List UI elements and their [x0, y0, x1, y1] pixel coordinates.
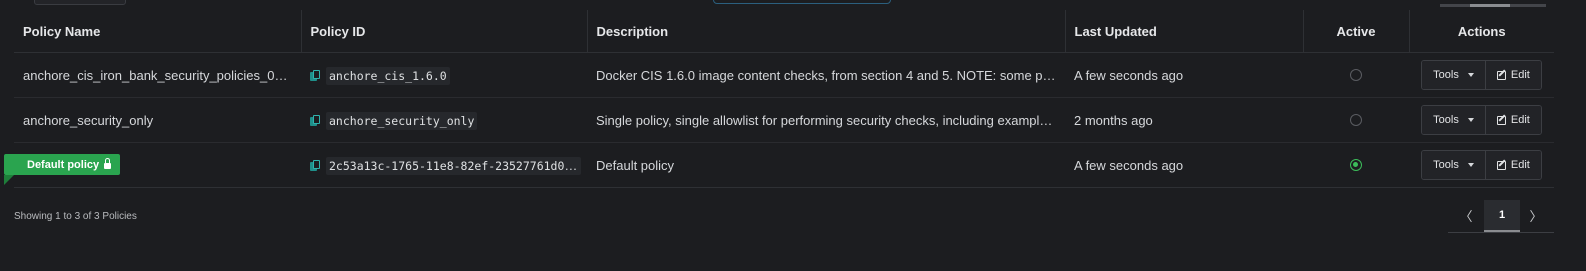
default-policy-label: Default policy [27, 158, 100, 171]
policy-name-cell: anchore_security_only [14, 97, 301, 143]
page-number-current[interactable]: 1 [1484, 200, 1520, 232]
caret-down-icon [1467, 73, 1474, 77]
caret-down-icon [1467, 163, 1474, 167]
last-updated-cell: 2 months ago [1065, 97, 1303, 143]
pagination-divider [1448, 232, 1554, 233]
default-policy-badge: Default policy [4, 154, 121, 185]
view-toggle[interactable] [1440, 0, 1546, 7]
previous-page-button[interactable]: 〈 [1456, 200, 1476, 230]
edit-icon [1496, 115, 1506, 125]
table-row: anchore_security_only anchore_security_o… [14, 97, 1554, 143]
tools-dropdown-button[interactable]: Tools [1422, 61, 1485, 89]
tools-dropdown-button[interactable]: Tools [1422, 106, 1485, 134]
edit-button[interactable]: Edit [1484, 106, 1541, 134]
copy-icon[interactable] [310, 69, 320, 81]
policy-id: anchore_cis_1.6.0 [326, 66, 450, 85]
action-button-group: Tools Edit [1421, 60, 1542, 90]
actions-cell: Tools Edit [1409, 142, 1554, 188]
description-cell: Single policy, single allowlist for perf… [587, 97, 1065, 143]
column-header-description[interactable]: Description [587, 10, 1066, 53]
pagination: 〈 1 〉 [1448, 200, 1554, 233]
edit-button[interactable]: Edit [1484, 151, 1541, 179]
tools-label: Tools [1433, 69, 1459, 81]
column-header-policy-name[interactable]: Policy Name [14, 10, 302, 53]
edit-label: Edit [1510, 159, 1530, 171]
table-row: anchore_cis_iron_bank_security_policies_… [14, 52, 1554, 98]
last-updated-cell: A few seconds ago [1065, 142, 1303, 188]
policy-id-cell: anchore_security_only [301, 97, 587, 143]
tools-label: Tools [1433, 114, 1459, 126]
active-cell [1303, 52, 1409, 98]
active-radio[interactable] [1350, 69, 1362, 81]
copy-icon[interactable] [310, 114, 320, 126]
policies-table: Policy Name Policy ID Description Last U… [14, 10, 1554, 188]
active-cell [1303, 142, 1409, 188]
table-header-row: Policy Name Policy ID Description Last U… [14, 10, 1554, 53]
tools-label: Tools [1433, 159, 1459, 171]
table-row: 2c53a13c-1765-11e8-82ef-23527761d060 Def… [14, 142, 1554, 188]
action-button-group: Tools Edit [1421, 150, 1542, 180]
edit-button[interactable]: Edit [1484, 61, 1541, 89]
column-header-active[interactable]: Active [1303, 10, 1410, 53]
actions-cell: Tools Edit [1409, 52, 1554, 98]
column-header-policy-id[interactable]: Policy ID [301, 10, 588, 53]
policy-id-cell: 2c53a13c-1765-11e8-82ef-23527761d060 [301, 142, 587, 188]
policy-id: 2c53a13c-1765-11e8-82ef-23527761d060 [326, 156, 582, 175]
edit-icon [1496, 160, 1506, 170]
policy-id-cell: anchore_cis_1.6.0 [301, 52, 587, 98]
search-input[interactable] [713, 0, 891, 4]
edit-label: Edit [1510, 69, 1530, 81]
copy-icon[interactable] [310, 159, 320, 171]
pagination-summary: Showing 1 to 3 of 3 Policies [14, 211, 137, 222]
column-header-actions: Actions [1409, 10, 1554, 53]
tools-dropdown-button[interactable]: Tools [1422, 151, 1485, 179]
action-button-group: Tools Edit [1421, 105, 1542, 135]
toolbar-strip [0, 0, 1586, 13]
description-cell: Docker CIS 1.6.0 image content checks, f… [587, 52, 1065, 98]
column-header-last-updated[interactable]: Last Updated [1065, 10, 1304, 53]
edit-icon [1496, 70, 1506, 80]
policy-id: anchore_security_only [326, 111, 478, 130]
active-radio-selected[interactable] [1350, 159, 1362, 171]
actions-cell: Tools Edit [1409, 97, 1554, 143]
active-radio[interactable] [1350, 114, 1362, 126]
edit-label: Edit [1510, 114, 1530, 126]
description-cell: Default policy [587, 142, 1065, 188]
lock-icon [104, 157, 112, 169]
last-updated-cell: A few seconds ago [1065, 52, 1303, 98]
active-cell [1303, 97, 1409, 143]
toolbar-button[interactable] [34, 0, 126, 5]
policy-name-cell: anchore_cis_iron_bank_security_policies_… [14, 52, 301, 98]
caret-down-icon [1467, 118, 1474, 122]
next-page-button[interactable]: 〉 [1526, 200, 1546, 230]
